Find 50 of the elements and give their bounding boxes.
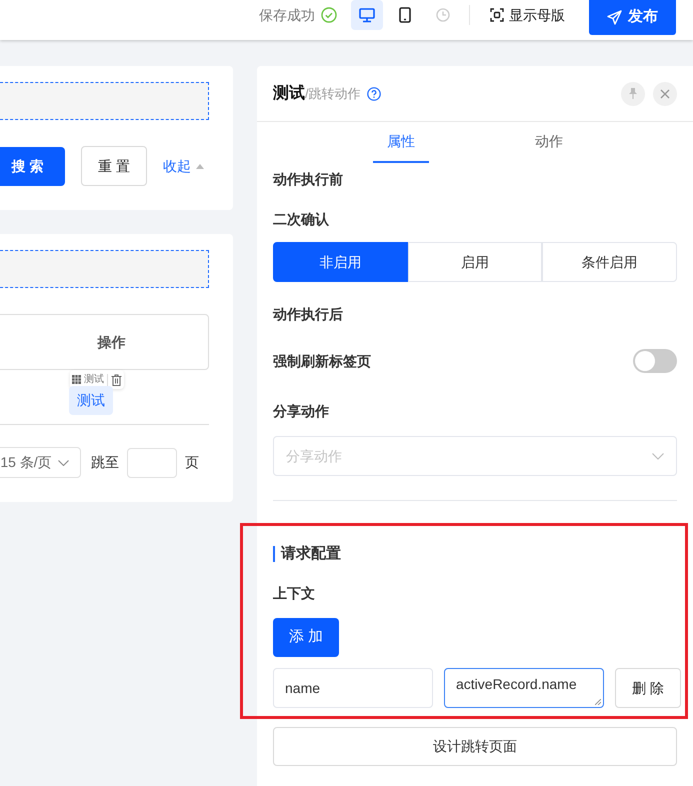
page-input[interactable] [127,448,177,478]
reset-button[interactable]: 重 置 [81,146,147,186]
field-label: 分享动作 [273,402,330,421]
focus-frame-icon [490,8,504,22]
chevron-down-icon [652,452,664,460]
send-icon [607,10,622,25]
help-icon[interactable] [366,86,381,100]
segment-option[interactable]: 非启用 [273,242,408,282]
clock-icon [436,8,450,22]
check-circle-icon [321,7,337,23]
section-heading: 请求配置 [273,546,681,562]
page-unit: 页 [185,453,199,472]
panel-title: 测试 [273,84,305,104]
field-label: 强制刷新标签页 [273,352,371,370]
column-header: 操作 [0,314,209,370]
chevron-down-icon [58,460,69,466]
publish-button[interactable]: 发布 [589,0,676,35]
section-heading: 动作执行后 [273,305,344,324]
delete-button[interactable]: 删 除 [615,668,681,708]
toggle-switch[interactable] [633,349,677,373]
segment-option[interactable]: 条件启用 [542,242,678,282]
monitor-icon [359,8,375,22]
segment-option[interactable]: 启用 [408,242,542,282]
pin-icon [628,88,638,99]
panel-tab[interactable]: 动作 [521,122,577,163]
section-heading: 动作执行前 [273,170,344,189]
resize-handle-icon[interactable] [595,699,601,705]
field-label: 上下文 [273,584,316,603]
caret-up-icon [196,164,204,168]
grid-icon [72,375,81,384]
save-status: 保存成功 [259,6,315,24]
component-name: 测试 [84,372,104,387]
design-page-button[interactable]: 设计跳转页面 [273,727,677,766]
page-size-select[interactable]: 15 条/页 [0,447,81,478]
tablet-icon [399,7,411,23]
collapse-link[interactable]: 收起 [163,156,204,176]
jump-label: 跳至 [91,453,119,472]
field-label: 二次确认 [273,210,330,229]
close-icon [660,88,670,98]
panel-subtitle: /跳转动作 [305,84,361,103]
search-button[interactable]: 搜 索 [0,146,65,186]
close-button[interactable] [653,82,677,106]
show-master-button[interactable]: 显示母版 [480,0,575,30]
value-textarea[interactable]: activeRecord.name [444,668,604,708]
key-input[interactable]: name [273,668,433,708]
pin-button[interactable] [621,82,645,106]
panel-tab[interactable]: 属性 [373,122,429,163]
action-tag[interactable]: 测试 [69,386,113,415]
trash-icon [111,374,122,386]
add-button[interactable]: 添 加 [273,618,339,657]
